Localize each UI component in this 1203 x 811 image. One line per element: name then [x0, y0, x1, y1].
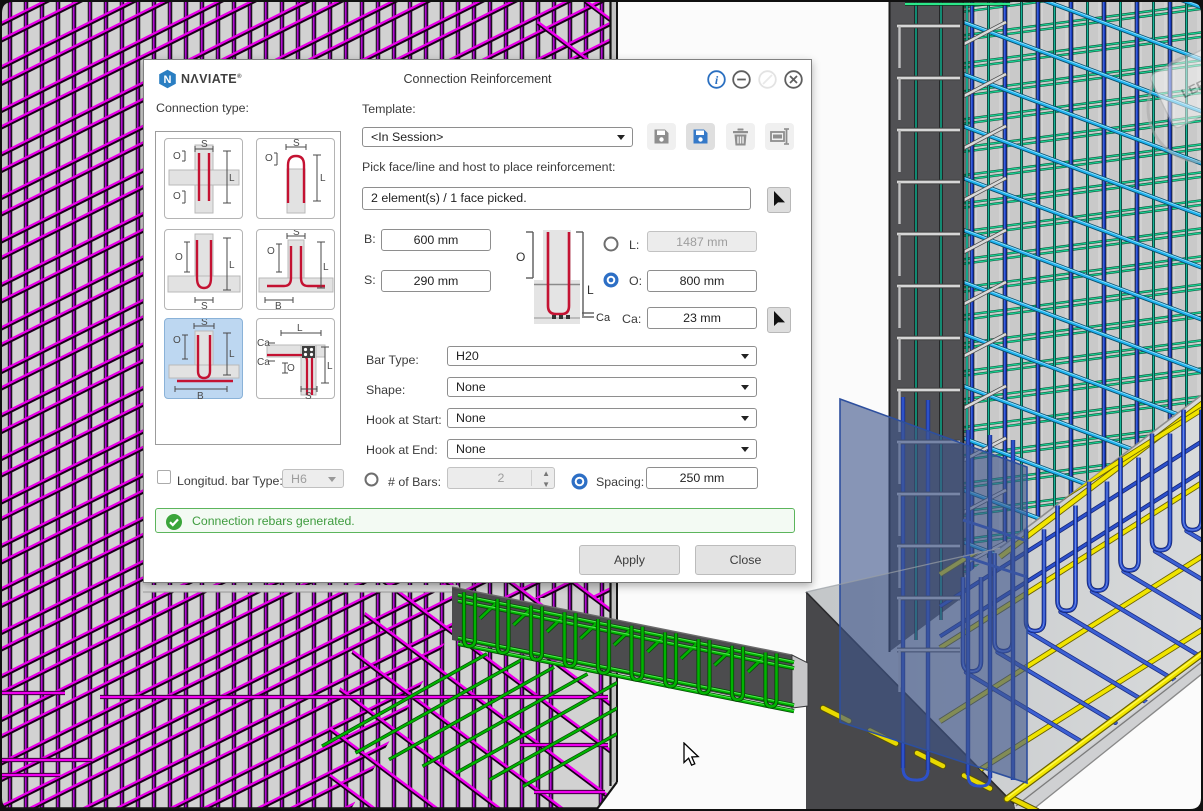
svg-text:L: L [297, 323, 303, 334]
svg-text:B: B [275, 301, 282, 310]
svg-text:L: L [229, 260, 235, 271]
svg-text:Ca: Ca [596, 312, 611, 324]
svg-text:O: O [175, 252, 183, 263]
svg-text:Ca: Ca [257, 338, 270, 349]
svg-text:L: L [229, 349, 235, 360]
svg-text:L: L [323, 262, 329, 273]
svg-text:L: L [320, 173, 326, 184]
svg-text:L: L [327, 361, 333, 372]
svg-text:O: O [287, 363, 295, 374]
svg-text:S: S [293, 139, 300, 149]
svg-text:O: O [173, 335, 181, 346]
svg-text:L: L [229, 173, 235, 184]
svg-text:O: O [173, 191, 181, 202]
svg-text:O: O [267, 246, 275, 257]
svg-text:O: O [173, 151, 181, 162]
svg-text:O: O [265, 153, 273, 164]
svg-text:L: L [587, 283, 594, 297]
svg-text:Ca: Ca [257, 357, 270, 368]
svg-text:S: S [201, 319, 208, 328]
svg-text:S: S [293, 230, 300, 238]
svg-text:O: O [516, 250, 525, 264]
svg-text:S: S [201, 301, 208, 310]
svg-text:B: B [197, 391, 204, 399]
svg-text:i: i [715, 73, 719, 87]
svg-text:S: S [201, 139, 208, 150]
svg-text:S: S [305, 391, 312, 399]
